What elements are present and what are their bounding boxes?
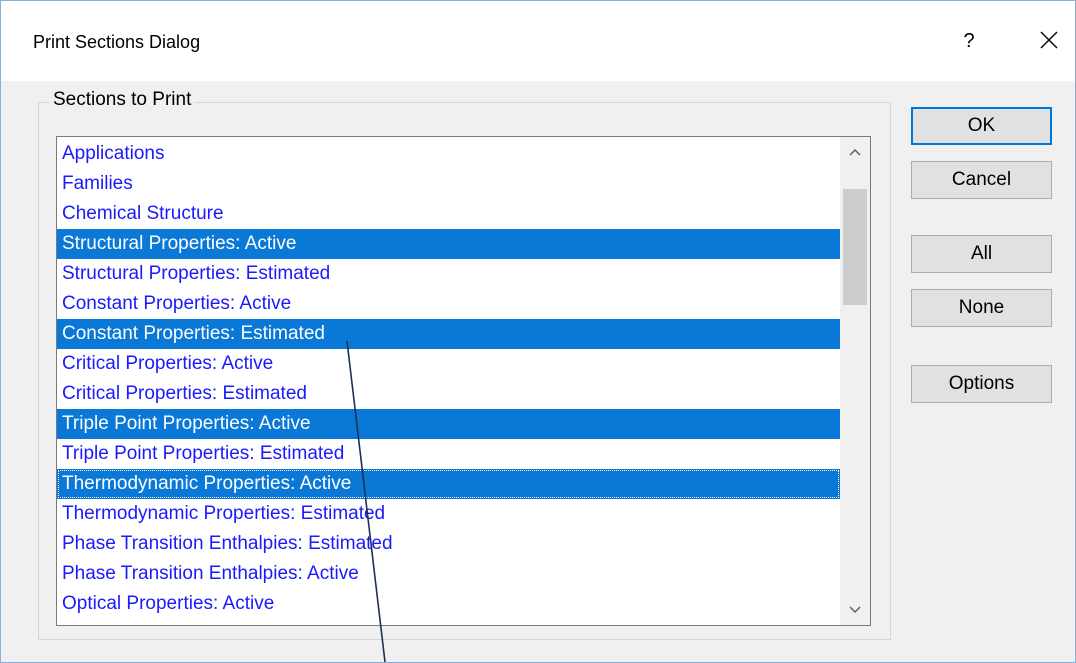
list-item[interactable]: Critical Properties: Estimated <box>57 379 840 409</box>
list-item[interactable]: Families <box>57 169 840 199</box>
scroll-thumb[interactable] <box>843 189 867 305</box>
help-button[interactable]: ? <box>951 23 987 59</box>
sections-group-label: Sections to Print <box>49 89 196 111</box>
list-item[interactable]: Phase Transition Enthalpies: Estimated <box>57 529 840 559</box>
list-item[interactable]: Optical Properties: Active <box>57 589 840 619</box>
list-item[interactable]: Applications <box>57 139 840 169</box>
list-item[interactable]: Constant Properties: Active <box>57 289 840 319</box>
list-item[interactable]: Constant Properties: Estimated <box>57 319 840 349</box>
list-item[interactable]: Thermodynamic Properties: Active <box>57 469 840 499</box>
close-icon <box>1040 31 1058 49</box>
list-scrollbar[interactable] <box>840 137 870 625</box>
chevron-down-icon <box>849 606 861 614</box>
list-item[interactable]: Triple Point Properties: Estimated <box>57 439 840 469</box>
scroll-up-button[interactable] <box>840 137 870 167</box>
list-item[interactable]: Triple Point Properties: Active <box>57 409 840 439</box>
list-item[interactable]: Structural Properties: Active <box>57 229 840 259</box>
all-button[interactable]: All <box>911 235 1052 273</box>
list-item[interactable]: Chemical Structure <box>57 199 840 229</box>
close-button[interactable] <box>1031 21 1067 59</box>
list-item[interactable]: Phase Transition Enthalpies: Active <box>57 559 840 589</box>
list-item[interactable]: Thermodynamic Properties: Estimated <box>57 499 840 529</box>
options-button[interactable]: Options <box>911 365 1052 403</box>
list-item[interactable]: Critical Properties: Active <box>57 349 840 379</box>
help-icon: ? <box>963 29 975 52</box>
sections-listbox[interactable]: Applications Families Chemical Structure… <box>56 136 871 626</box>
list-item[interactable]: Structural Properties: Estimated <box>57 259 840 289</box>
cancel-button[interactable]: Cancel <box>911 161 1052 199</box>
dialog-title: Print Sections Dialog <box>33 32 201 52</box>
sections-list: Applications Families Chemical Structure… <box>57 139 840 619</box>
title-bar[interactable]: Print Sections Dialog ? <box>1 1 1075 81</box>
scroll-down-button[interactable] <box>840 595 870 625</box>
none-button[interactable]: None <box>911 289 1052 327</box>
chevron-up-icon <box>849 148 861 156</box>
print-sections-dialog: Print Sections Dialog ? Sections to Prin… <box>0 0 1076 663</box>
ok-button[interactable]: OK <box>911 107 1052 145</box>
